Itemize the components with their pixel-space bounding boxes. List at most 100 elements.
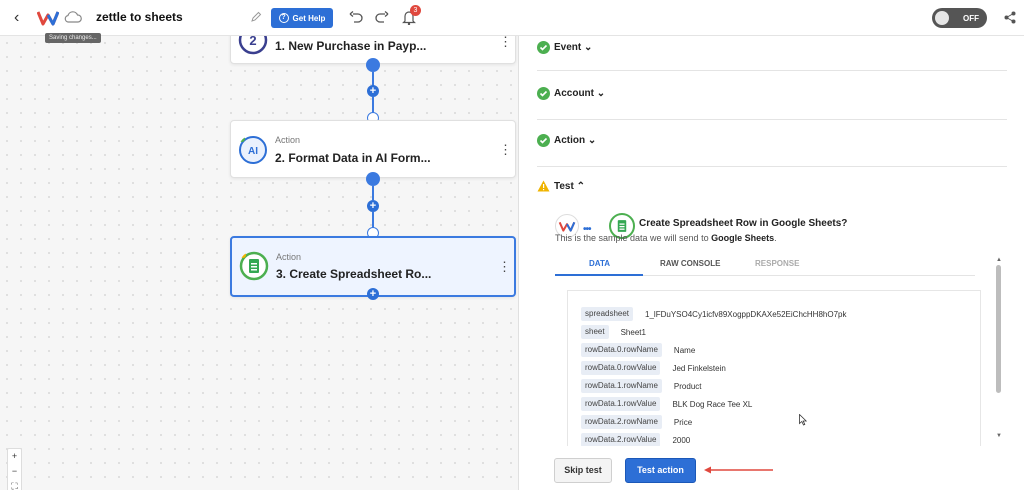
divider: [537, 70, 1007, 71]
section-action[interactable]: Action ⌄: [537, 129, 1007, 153]
data-row: rowData.0.rowValue Jed Finkelstein: [581, 361, 726, 375]
sample-data-list[interactable]: spreadsheet 1_lFDuYSO4Cy1icfv89XogppDKAXe…: [567, 290, 981, 446]
active-tab-indicator: [555, 274, 643, 276]
branch-merge-icon[interactable]: [366, 172, 380, 186]
annotation-arrow-icon: [704, 466, 773, 474]
data-key: rowData.1.rowValue: [581, 397, 661, 411]
data-scrollbar[interactable]: ▲ ▼: [996, 257, 1002, 441]
test-title: Create Spreadsheet Row in Google Sheets?: [639, 218, 848, 229]
svg-text:AI: AI: [248, 146, 258, 157]
section-test-label: Test: [554, 181, 574, 192]
data-value: Sheet1: [620, 327, 646, 337]
workflow-title[interactable]: zettle to sheets: [96, 10, 183, 24]
data-value: Name: [673, 345, 696, 355]
warning-icon: [537, 180, 550, 192]
connector-line: [372, 97, 374, 113]
scroll-down-icon[interactable]: ▼: [996, 433, 1002, 439]
skip-test-button[interactable]: Skip test: [554, 458, 612, 483]
check-icon: [537, 134, 550, 147]
check-icon: [537, 87, 550, 100]
test-tabs: DATA RAW CONSOLE RESPONSE: [555, 254, 975, 276]
node-3-kind: Action: [276, 252, 302, 262]
test-subtitle-app: Google Sheets: [711, 233, 775, 243]
pencil-icon[interactable]: [250, 11, 262, 23]
node-1-menu-icon[interactable]: ⋮: [499, 35, 512, 48]
add-step-icon[interactable]: +: [367, 288, 379, 300]
zoom-out-button[interactable]: −: [8, 464, 21, 479]
data-key: sheet: [581, 325, 609, 339]
section-account-label: Account: [554, 88, 594, 99]
node-1-name: 1. New Purchase in Payp...: [275, 39, 427, 53]
section-test[interactable]: Test ⌃: [537, 175, 1007, 199]
tab-response[interactable]: RESPONSE: [755, 259, 799, 268]
section-action-label: Action: [554, 135, 586, 146]
toggle-knob: [935, 11, 949, 25]
section-account[interactable]: Account ⌄: [537, 82, 1007, 106]
zoom-in-button[interactable]: +: [8, 449, 21, 464]
node-2-menu-icon[interactable]: ⋮: [499, 143, 512, 156]
section-event-label: Event: [554, 42, 582, 53]
top-bar: ‹ zettle to sheets ? Get Help 3 OFF: [0, 0, 1024, 36]
data-value: Price: [673, 417, 693, 427]
data-key: rowData.1.rowName: [581, 379, 662, 393]
data-row: rowData.0.rowName Name: [581, 343, 695, 357]
question-icon: ?: [278, 13, 289, 23]
ai-formatter-icon: AI: [239, 136, 267, 164]
data-row: rowData.2.rowName Price: [581, 415, 692, 429]
data-value: Product: [673, 381, 702, 391]
back-arrow-icon[interactable]: ‹: [14, 9, 28, 27]
flow-node-2[interactable]: AI Action 2. Format Data in AI Form... ⋮: [230, 120, 516, 178]
divider: [537, 119, 1007, 120]
test-subtitle-prefix: This is the sample data we will send to: [555, 233, 712, 243]
test-subtitle: This is the sample data we will send to …: [555, 233, 777, 243]
share-icon[interactable]: [1004, 11, 1016, 24]
cloud-icon: [64, 11, 82, 23]
google-sheets-icon: [239, 251, 269, 281]
data-row: rowData.1.rowName Product: [581, 379, 702, 393]
notification-badge: 3: [410, 5, 421, 16]
zoom-controls: + − ⛶ 🔒: [7, 448, 22, 490]
check-icon: [537, 41, 550, 54]
fit-view-icon[interactable]: ⛶: [8, 479, 21, 490]
data-key: rowData.0.rowValue: [581, 361, 661, 375]
test-action-button[interactable]: Test action: [625, 458, 696, 483]
saving-tooltip: Saving changes...: [45, 33, 101, 43]
workflow-canvas[interactable]: 2 1. New Purchase in Payp... ⋮ + AI Acti…: [0, 24, 518, 490]
add-step-icon[interactable]: +: [367, 200, 379, 212]
add-step-icon[interactable]: +: [367, 85, 379, 97]
get-help-button[interactable]: ? Get Help: [271, 8, 333, 28]
workflow-active-toggle[interactable]: OFF: [932, 8, 987, 28]
data-row: rowData.1.rowValue BLK Dog Race Tee XL: [581, 397, 752, 411]
section-event[interactable]: Event ⌄: [537, 36, 1007, 60]
redo-icon[interactable]: [375, 11, 389, 23]
data-key: rowData.2.rowValue: [581, 433, 661, 446]
scroll-up-icon[interactable]: ▲: [996, 257, 1002, 263]
data-value: 2000: [672, 435, 691, 445]
toggle-label: OFF: [963, 14, 979, 23]
step-config-panel: Event ⌄ Account ⌄ Action ⌄ Test ⌃ ••• Cr…: [518, 36, 1024, 490]
connector-line: [372, 212, 374, 228]
node-3-name: 3. Create Spreadsheet Ro...: [276, 267, 432, 281]
data-value: Jed Finkelstein: [672, 363, 726, 373]
data-key: spreadsheet: [581, 307, 634, 321]
data-row: sheet Sheet1: [581, 325, 646, 339]
data-value: BLK Dog Race Tee XL: [672, 399, 753, 409]
node-2-kind: Action: [275, 135, 301, 145]
tab-data[interactable]: DATA: [589, 259, 610, 268]
data-key: rowData.0.rowName: [581, 343, 662, 357]
data-value: 1_lFDuYSO4Cy1icfv89XogppDKAXe52EiChcHH8h…: [645, 309, 847, 319]
node-2-name: 2. Format Data in AI Form...: [275, 151, 431, 165]
get-help-label: Get Help: [292, 13, 326, 23]
test-subtitle-suffix: .: [774, 233, 777, 243]
mouse-cursor-icon: [799, 414, 807, 426]
logo-icon: [37, 11, 59, 26]
node-3-menu-icon[interactable]: ⋮: [498, 260, 511, 273]
scrollbar-thumb[interactable]: [996, 265, 1001, 393]
tab-raw-console[interactable]: RAW CONSOLE: [660, 259, 720, 268]
data-row: spreadsheet 1_lFDuYSO4Cy1icfv89XogppDKAXe…: [581, 307, 846, 321]
branch-merge-icon[interactable]: [366, 58, 380, 72]
undo-icon[interactable]: [349, 11, 363, 23]
connector-line: [372, 186, 374, 200]
data-key: rowData.2.rowName: [581, 415, 662, 429]
data-row: rowData.2.rowValue 2000: [581, 433, 690, 446]
